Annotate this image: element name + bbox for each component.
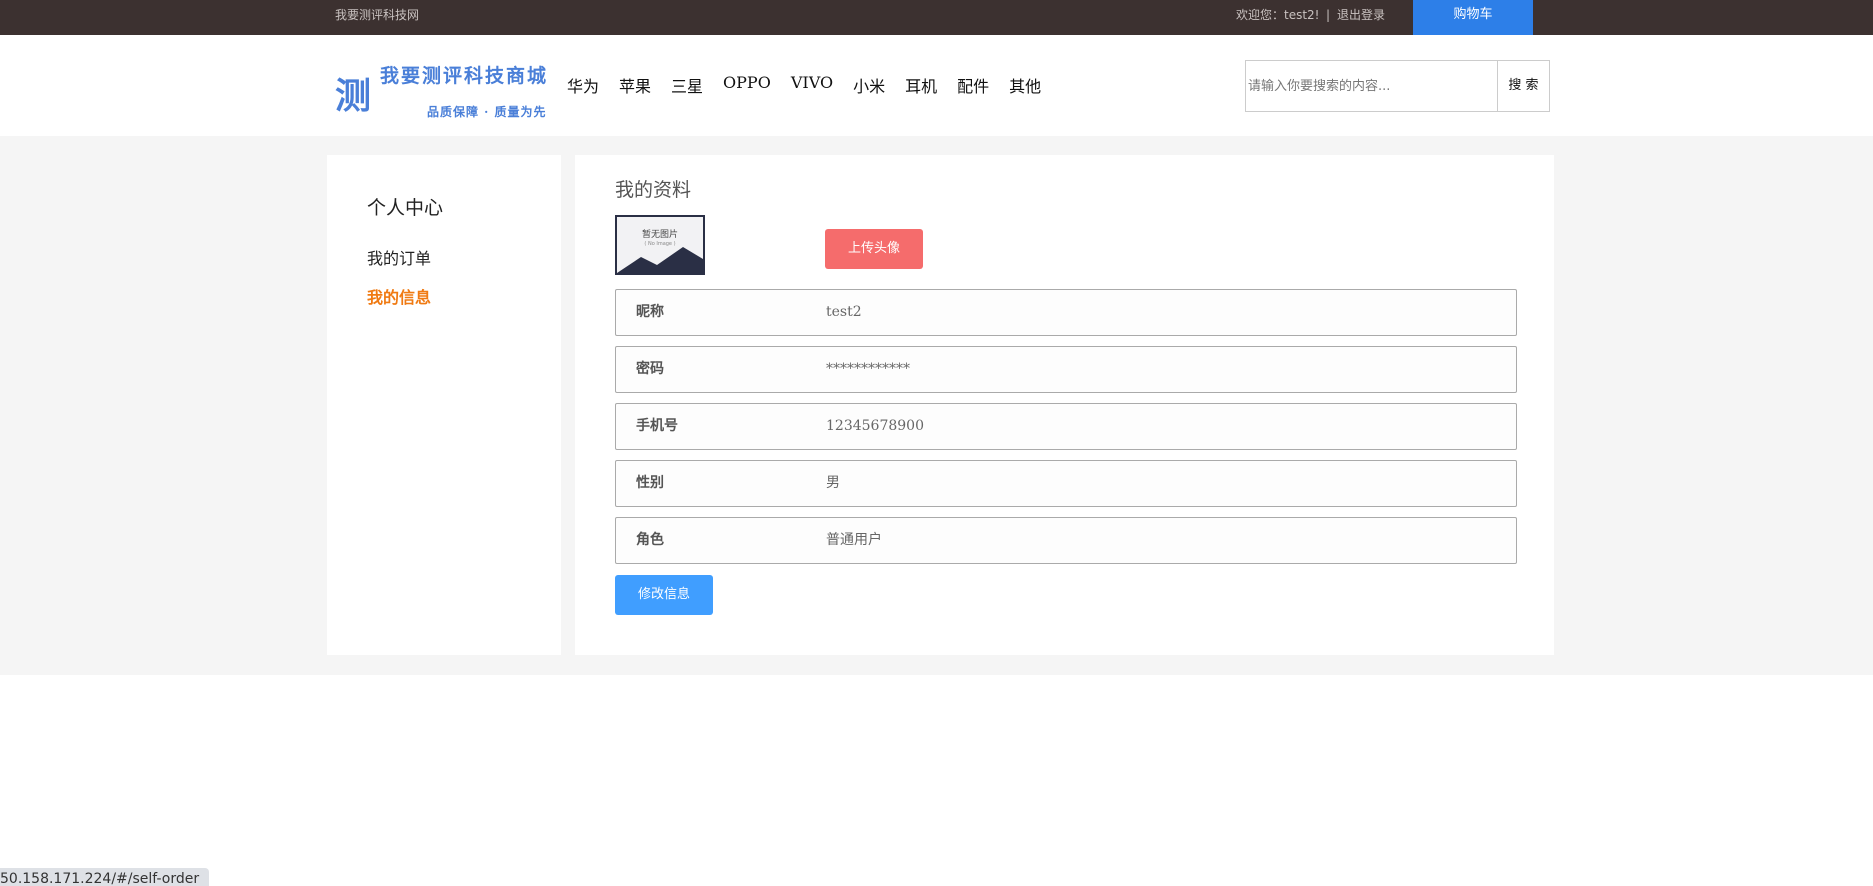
avatar: 暂无图片 ( No Image )	[615, 215, 705, 275]
sidebar: 个人中心 我的订单 我的信息	[327, 155, 561, 655]
field-label: 密码	[636, 361, 664, 377]
field-value: 普通用户	[826, 532, 882, 548]
sidebar-item-info[interactable]: 我的信息	[367, 284, 431, 308]
field-role: 角色 普通用户	[615, 517, 1517, 564]
field-label: 角色	[636, 532, 664, 548]
cart-button[interactable]: 购物车	[1413, 0, 1533, 35]
field-value: 12345678900	[826, 418, 924, 434]
nav-item-oppo[interactable]: OPPO	[723, 73, 771, 97]
nav-item-samsung[interactable]: 三星	[671, 73, 703, 97]
status-url: 50.158.171.224/#/self-order	[0, 868, 210, 886]
logo-char: 测	[335, 75, 372, 117]
top-bar: 我要测评科技网 欢迎您：test2! | 退出登录 购物车	[0, 0, 1873, 35]
nav-item-xiaomi[interactable]: 小米	[853, 73, 885, 97]
nav-item-apple[interactable]: 苹果	[619, 73, 651, 97]
search-input[interactable]	[1245, 60, 1498, 112]
field-label: 性别	[636, 475, 664, 491]
field-value: test2	[826, 304, 862, 320]
nav-item-accessories[interactable]: 配件	[957, 73, 989, 97]
main-nav: 华为 苹果 三星 OPPO VIVO 小米 耳机 配件 其他	[567, 73, 1061, 97]
logout-link[interactable]: 退出登录	[1337, 0, 1385, 30]
logo-slogan: 品质保障 · 质量为先	[427, 105, 547, 119]
page-title: 我的资料	[615, 179, 692, 201]
field-phone: 手机号 12345678900	[615, 403, 1517, 450]
mountain-icon	[617, 247, 703, 273]
sidebar-item-orders[interactable]: 我的订单	[367, 245, 431, 269]
nav-item-huawei[interactable]: 华为	[567, 73, 599, 97]
welcome-text: 欢迎您：test2!	[1236, 8, 1320, 22]
field-label: 昵称	[636, 304, 664, 320]
separator: |	[1326, 8, 1331, 22]
nav-item-vivo[interactable]: VIVO	[791, 73, 833, 97]
field-gender: 性别 男	[615, 460, 1517, 507]
logo-name: 我要测评科技商城	[380, 65, 549, 87]
field-value: ************	[826, 361, 910, 377]
search-button[interactable]: 搜 索	[1497, 60, 1550, 112]
profile-panel: 我的资料 暂无图片 ( No Image ) 上传头像 昵称 test2 密码 …	[575, 155, 1554, 655]
field-password: 密码 ************	[615, 346, 1517, 393]
sidebar-title: 个人中心	[367, 197, 444, 219]
field-nickname: 昵称 test2	[615, 289, 1517, 336]
nav-item-earphones[interactable]: 耳机	[905, 73, 937, 97]
field-label: 手机号	[636, 418, 678, 434]
avatar-placeholder-text: 暂无图片	[641, 230, 678, 240]
upload-avatar-button[interactable]: 上传头像	[825, 229, 923, 269]
site-name: 我要测评科技网	[335, 8, 420, 22]
edit-info-button[interactable]: 修改信息	[615, 575, 713, 615]
nav-item-other[interactable]: 其他	[1009, 73, 1041, 97]
header: 测 我要测评科技商城 品质保障 · 质量为先 华为 苹果 三星 OPPO VIV…	[0, 35, 1873, 136]
search-box: 搜 索	[1245, 60, 1550, 112]
field-value: 男	[826, 475, 840, 491]
logo[interactable]: 测 我要测评科技商城 品质保障 · 质量为先	[335, 59, 560, 129]
